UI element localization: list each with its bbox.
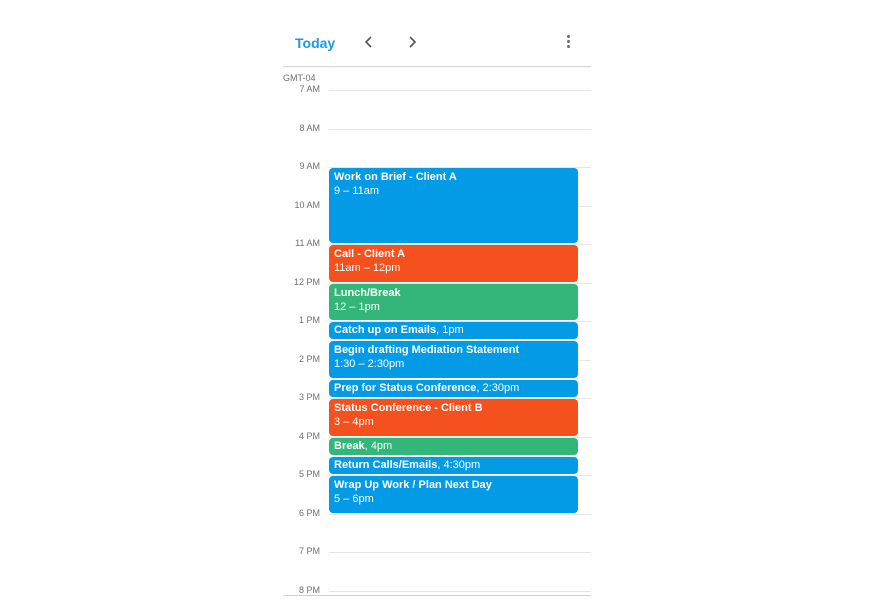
- event-time: 3 – 4pm: [334, 416, 374, 428]
- hour-label: 8 PM: [298, 584, 320, 595]
- event-title: Return Calls/Emails: [334, 458, 438, 471]
- calendar-event[interactable]: Return Calls/Emails, 4:30pm: [329, 456, 578, 474]
- hour-label: 12 PM: [293, 276, 320, 287]
- calendar-event[interactable]: Call - Client A 11am – 12pm: [329, 245, 578, 282]
- event-title: Call - Client A: [334, 248, 406, 260]
- hour-label: 2 PM: [298, 353, 320, 364]
- hour-label: 9 AM: [299, 161, 320, 171]
- event-title: Catch up on Emails: [334, 324, 437, 336]
- hour-label: 4 PM: [298, 430, 320, 441]
- event-time: 1pm: [442, 324, 464, 336]
- calendar-event[interactable]: Status Conference - Client B 3 – 4pm: [329, 399, 578, 436]
- hour-label: 7 PM: [298, 546, 320, 556]
- hour-gridline: [329, 552, 591, 553]
- calendar-event[interactable]: Break, 4pm: [329, 437, 578, 455]
- calendar-event[interactable]: Wrap Up Work / Plan Next Day 5 – 6pm: [329, 476, 578, 513]
- event-title: Break: [334, 439, 365, 452]
- event-time: 5 – 6pm: [334, 493, 374, 505]
- event-time: 4:30pm: [443, 458, 481, 471]
- event-time: 12 – 1pm: [334, 300, 380, 313]
- hour-label: 8 AM: [299, 122, 320, 133]
- hour-gridline: [329, 513, 591, 515]
- bottom-divider: [283, 595, 591, 596]
- hour-label: 6 PM: [298, 507, 320, 518]
- calendar-event[interactable]: Catch up on Emails, 1pm: [329, 322, 578, 340]
- event-time: 2:30pm: [482, 381, 520, 394]
- event-time: 9 – 11am: [334, 185, 380, 197]
- hour-label: 10 AM: [294, 199, 320, 210]
- event-title: Status Conference - Client B: [334, 402, 483, 414]
- event-time: 4pm: [370, 439, 393, 452]
- hour-gridline: [329, 590, 591, 592]
- hour-label: 5 PM: [298, 469, 320, 479]
- hour-label: 1 PM: [298, 315, 320, 325]
- event-title: Lunch/Break: [334, 286, 401, 299]
- calendar-event[interactable]: Begin drafting Mediation Statement 1:30 –…: [329, 341, 578, 378]
- event-title: Work on Brief - Client A: [334, 171, 457, 183]
- hour-label: 11 AM: [295, 238, 320, 248]
- event-time: 1:30 – 2:30pm: [334, 358, 405, 371]
- event-time: 11am – 12pm: [334, 262, 401, 274]
- hour-gridline: [329, 128, 591, 130]
- calendar-event[interactable]: Prep for Status Conference, 2:30pm: [329, 379, 578, 397]
- calendar-event[interactable]: Lunch/Break 12 – 1pm: [329, 283, 578, 320]
- event-title: Prep for Status Conference: [334, 381, 477, 394]
- hour-label: 7 AM: [299, 84, 320, 94]
- hour-label: 3 PM: [298, 392, 320, 402]
- hour-gridline: [329, 90, 591, 91]
- event-title: Begin drafting Mediation Statement: [334, 344, 520, 357]
- event-title: Wrap Up Work / Plan Next Day: [334, 479, 492, 491]
- calendar-event[interactable]: Work on Brief - Client A 9 – 11am: [329, 168, 578, 243]
